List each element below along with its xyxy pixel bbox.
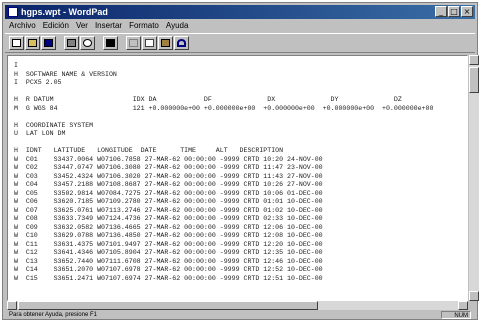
open-icon <box>28 39 37 47</box>
document-area[interactable]: IH SOFTWARE NAME & VERSION I PCX5 2.05 H R… <box>7 55 468 301</box>
undo-icon <box>177 39 186 47</box>
document-line: W C15 S3651.2471 W07107.6974 27-MAR-62 0… <box>14 274 323 282</box>
document-line <box>14 88 433 97</box>
find-button[interactable] <box>103 36 118 50</box>
menu-help[interactable]: Ayuda <box>166 20 189 32</box>
new-icon <box>12 39 21 47</box>
menu-view[interactable]: Ver <box>76 20 88 32</box>
scroll-right-arrow[interactable] <box>458 301 468 310</box>
scroll-left-arrow[interactable] <box>7 301 17 310</box>
print-preview-icon <box>83 39 92 47</box>
document-line: W C12 S3641.4346 W07105.8904 27-MAR-62 0… <box>14 249 323 256</box>
status-num-indicator: NUM <box>441 311 471 319</box>
document-line: M G WGS 84 121 +0.000000e+00 +0.000000e+… <box>14 104 434 112</box>
minimize-button[interactable]: _ <box>435 6 447 17</box>
horizontal-scroll-thumb[interactable] <box>18 301 318 310</box>
copy-button[interactable] <box>142 36 157 50</box>
document-line: H IDNT LATITUDE LONGITUDE DATE TIME ALT … <box>14 147 284 154</box>
undo-button[interactable] <box>174 36 189 50</box>
status-text: Para obtener Ayuda, presione F1 <box>9 312 97 318</box>
document-line: W C07 S3625.0761 W07113.2746 27-MAR-62 0… <box>14 206 323 214</box>
title-bar[interactable]: hgps.wpt - WordPad _ □ × <box>5 5 475 19</box>
print-icon <box>67 39 76 47</box>
document-line: W C06 S3620.7185 W07109.2780 27-MAR-62 0… <box>14 198 323 205</box>
document-line <box>14 113 433 122</box>
menu-format[interactable]: Formato <box>129 20 159 32</box>
save-button[interactable] <box>41 36 56 50</box>
copy-icon <box>145 39 154 47</box>
document-line: W C11 S3631.4375 W07101.9497 27-MAR-62 0… <box>14 240 323 248</box>
maximize-button[interactable]: □ <box>448 6 460 17</box>
toolbar <box>5 33 475 53</box>
open-button[interactable] <box>25 36 40 50</box>
document-line: W C10 S3629.0788 W07136.4850 27-MAR-62 0… <box>14 232 323 239</box>
print-preview-button[interactable] <box>80 36 95 50</box>
menu-insert[interactable]: Insertar <box>95 20 122 32</box>
document-line: W C09 S3632.0582 W07136.4665 27-MAR-62 0… <box>14 223 323 231</box>
vertical-scroll-thumb[interactable] <box>469 67 479 93</box>
print-button[interactable] <box>64 36 79 50</box>
document-line: I PCX5 2.05 <box>14 79 62 86</box>
document-line <box>14 139 433 148</box>
document-line: W C01 S3437.0064 W07106.7858 27-MAR-62 0… <box>14 155 323 163</box>
document-line: H COORDINATE SYSTEM <box>14 121 94 129</box>
paste-button[interactable] <box>158 36 173 50</box>
document-line: H R DATUM IDX DA DF DX DY DZ <box>14 96 402 103</box>
scroll-up-arrow[interactable] <box>469 55 479 65</box>
document-line: W C05 S3502.9814 W07084.7275 27-MAR-62 0… <box>14 189 323 197</box>
cut-button[interactable] <box>126 36 141 50</box>
document-line: W C02 S3447.0747 W07106.3080 27-MAR-62 0… <box>14 164 323 171</box>
document-line: H SOFTWARE NAME & VERSION <box>14 70 117 78</box>
find-icon <box>106 39 115 47</box>
cut-icon <box>129 39 138 47</box>
window-controls: _ □ × <box>435 6 473 17</box>
document-text[interactable]: IH SOFTWARE NAME & VERSION I PCX5 2.05 H R… <box>14 62 433 283</box>
vertical-scrollbar[interactable] <box>469 55 479 301</box>
save-icon <box>44 39 53 47</box>
scroll-down-arrow[interactable] <box>469 291 479 301</box>
document-line: I <box>14 62 18 69</box>
new-button[interactable] <box>9 36 24 50</box>
document-line: W C14 S3651.2070 W07107.6978 27-MAR-62 0… <box>14 266 323 273</box>
document-line: W C08 S3633.7349 W07124.4736 27-MAR-62 0… <box>14 215 323 222</box>
wordpad-app-icon[interactable] <box>8 7 18 17</box>
menu-bar: Archivo Edición Ver Insertar Formato Ayu… <box>5 20 475 32</box>
document-line: W C04 S3457.2188 W07108.8687 27-MAR-62 0… <box>14 181 323 188</box>
paste-icon <box>161 39 170 47</box>
menu-file[interactable]: Archivo <box>9 20 36 32</box>
close-button[interactable]: × <box>461 6 473 17</box>
document-line: W C13 S3652.7440 W07111.6708 27-MAR-62 0… <box>14 257 323 265</box>
status-bar: Para obtener Ayuda, presione F1 NUM <box>5 311 475 320</box>
document-line: U LAT LON DM <box>14 130 66 137</box>
document-line: W C03 S3452.4324 W07106.3020 27-MAR-62 0… <box>14 172 323 180</box>
wordpad-window: hgps.wpt - WordPad _ □ × Archivo Edición… <box>2 2 479 320</box>
menu-edit[interactable]: Edición <box>43 20 69 32</box>
window-title: hgps.wpt - WordPad <box>21 7 108 17</box>
horizontal-scrollbar[interactable] <box>7 301 468 310</box>
